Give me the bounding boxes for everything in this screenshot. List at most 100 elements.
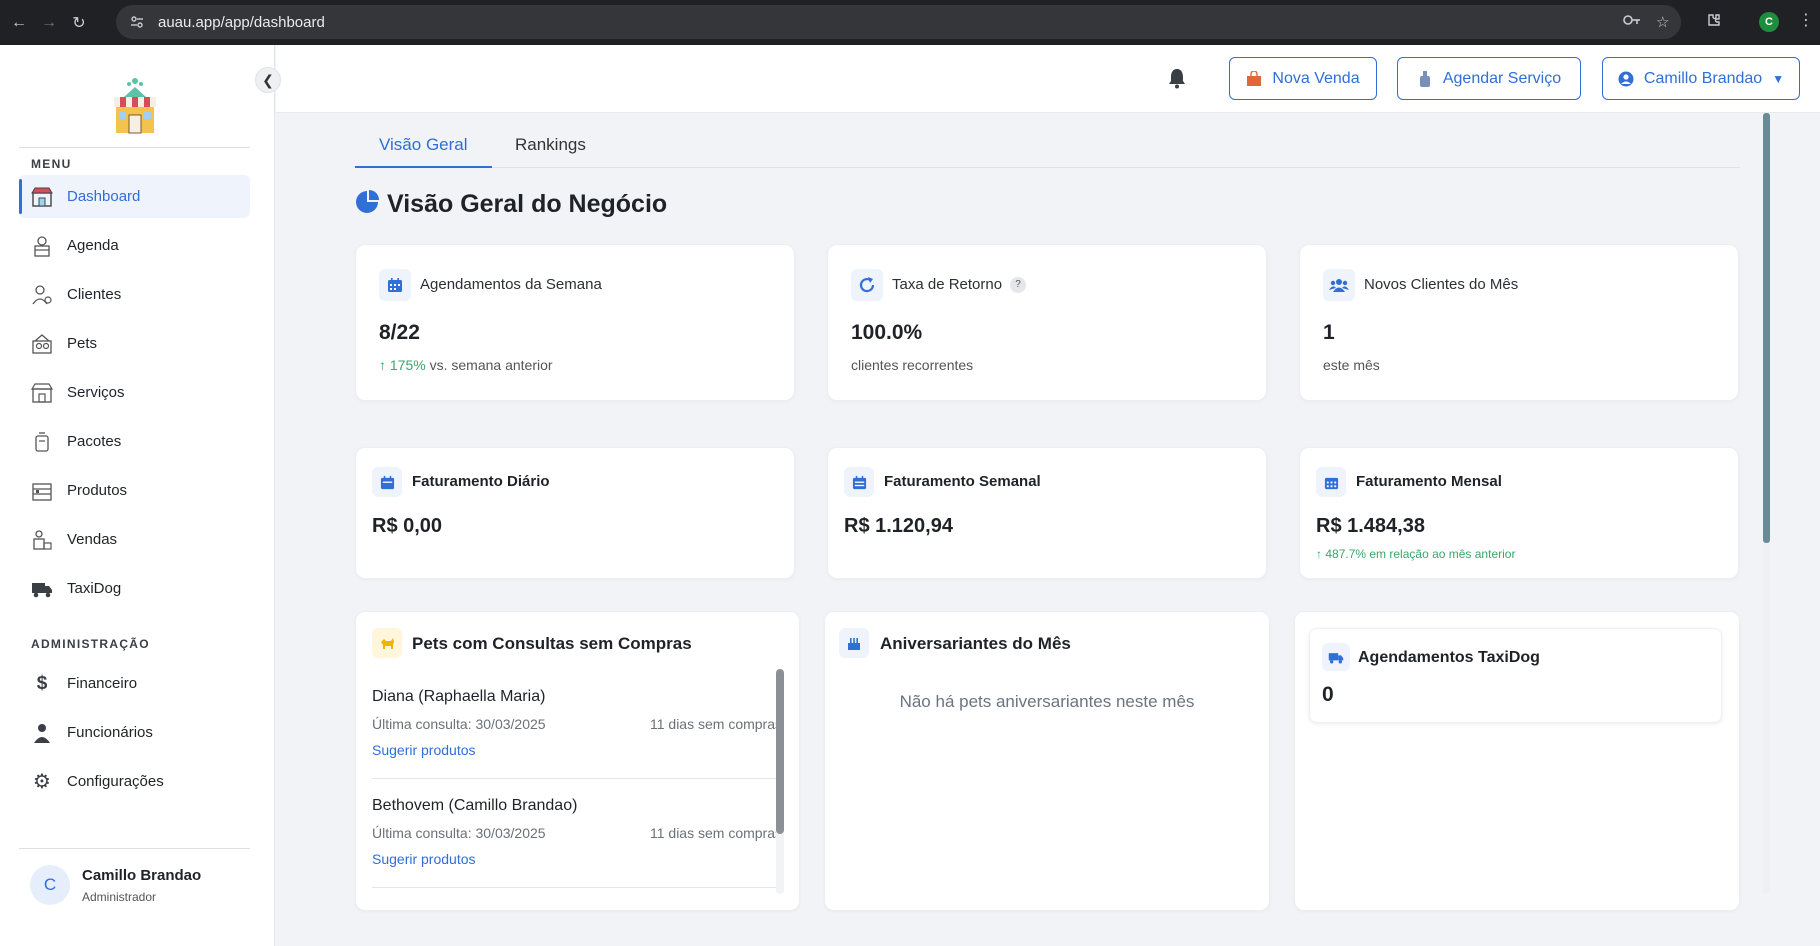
main-scrollbar[interactable] <box>1763 113 1770 893</box>
trend-up-icon: ↑ <box>379 357 390 373</box>
gear-icon: ⚙ <box>33 771 51 793</box>
pet-name: Bethovem (Camillo Brandao) <box>372 797 578 814</box>
scrollbar-thumb[interactable] <box>1763 113 1770 543</box>
sidebar-user-profile[interactable]: C Camillo Brandao Administrador <box>30 865 201 905</box>
calendar-icon <box>1316 467 1346 497</box>
sidebar-item-pets[interactable]: Pets <box>19 322 250 365</box>
bookmark-star-icon[interactable]: ☆ <box>1656 13 1669 31</box>
avatar: C <box>30 865 70 905</box>
finance-value: R$ 1.120,94 <box>844 515 953 537</box>
new-sale-button[interactable]: Nova Venda <box>1229 57 1377 100</box>
sidebar-item-configuracoes[interactable]: ⚙ Configurações <box>19 760 250 803</box>
packages-icon <box>29 431 55 453</box>
pets-list-scrollbar[interactable] <box>776 669 784 894</box>
pet-days-without-purchase: 11 dias sem compras <box>649 716 782 732</box>
kpi-subtitle: este mês <box>1323 357 1380 373</box>
services-icon <box>29 382 55 404</box>
sidebar-item-label: Financeiro <box>67 675 138 692</box>
back-icon[interactable]: ← <box>8 12 30 34</box>
help-icon[interactable]: ? <box>1010 277 1027 294</box>
sidebar-item-label: Vendas <box>67 531 118 548</box>
sidebar-item-financeiro[interactable]: $ Financeiro <box>19 662 250 705</box>
sidebar-item-pacotes[interactable]: Pacotes <box>19 420 250 463</box>
calendar-icon <box>844 467 874 497</box>
list-item: Bethovem (Camillo Brandao) Última consul… <box>372 779 782 888</box>
sidebar-item-produtos[interactable]: Produtos <box>19 469 250 512</box>
site-settings-icon[interactable] <box>130 14 146 30</box>
password-key-icon[interactable] <box>1623 13 1641 31</box>
schedule-service-button[interactable]: Agendar Serviço <box>1397 57 1581 100</box>
page-title-text: Visão Geral do Negócio <box>387 190 668 218</box>
sidebar-item-label: Dashboard <box>67 188 141 205</box>
kpi-title: Novos Clientes do Mês <box>1364 276 1519 293</box>
pet-days-without-purchase: 11 dias sem compras <box>649 825 782 841</box>
pets-without-purchase-card: Pets com Consultas sem Compras Diana (Ra… <box>355 611 800 911</box>
pet-name: Diana (Raphaella Maria) <box>372 688 546 705</box>
kpi-trend: ↑ 175% vs. semana anterior <box>379 357 553 373</box>
sidebar-item-agenda[interactable]: Agenda <box>19 224 250 267</box>
users-icon <box>1323 269 1355 301</box>
sidebar-item-funcionarios[interactable]: Funcionários <box>19 711 250 754</box>
sidebar-divider <box>19 848 250 849</box>
finance-title: Faturamento Mensal <box>1356 473 1502 490</box>
sidebar-item-label: Serviços <box>67 384 125 401</box>
kpi-subtitle: clientes recorrentes <box>851 357 974 373</box>
sidebar-item-label: Configurações <box>67 773 164 790</box>
birthdays-title: Aniversariantes do Mês <box>880 634 1071 653</box>
products-icon <box>29 480 55 502</box>
scrollbar-thumb[interactable] <box>776 669 784 834</box>
browser-profile-avatar[interactable]: C <box>1759 12 1779 32</box>
calendar-icon <box>379 269 411 301</box>
tab-visao-geral[interactable]: Visão Geral <box>355 132 492 168</box>
sidebar-item-taxidog[interactable]: TaxiDog <box>19 567 250 610</box>
top-header: Nova Venda Agendar Serviço Camillo Brand… <box>276 45 1820 113</box>
petshop-logo[interactable] <box>108 75 162 135</box>
reload-icon[interactable]: ↻ <box>68 12 90 34</box>
user-menu-button[interactable]: Camillo Brandao ▼ <box>1602 57 1800 100</box>
finance-title: Faturamento Diário <box>412 473 550 490</box>
sidebar-item-label: Agenda <box>67 237 119 254</box>
shop-bag-icon <box>1246 70 1262 87</box>
trend-percent: 175% <box>389 357 426 373</box>
sidebar: ❮ MENU Dashboard Agenda Clientes Pets Se… <box>0 45 281 946</box>
store-icon <box>29 186 55 208</box>
finance-card-monthly: Faturamento Mensal R$ 1.484,38 ↑ 487.7% … <box>1299 447 1739 579</box>
dog-icon <box>372 628 402 658</box>
tab-bar: Visão Geral Rankings <box>355 132 1740 168</box>
browser-menu-icon[interactable]: ⋮ <box>1798 10 1814 30</box>
pie-chart-icon <box>355 190 379 219</box>
sidebar-item-dashboard[interactable]: Dashboard <box>19 175 250 218</box>
pet-last-visit: Última consulta: 30/03/2025 <box>372 825 546 841</box>
kpi-value: 1 <box>1323 321 1335 344</box>
taxidog-card: Agendamentos TaxiDog 0 <box>1294 611 1740 911</box>
admin-section-label: ADMINISTRAÇÃO <box>31 637 150 651</box>
finance-value: R$ 0,00 <box>372 515 443 537</box>
forward-icon[interactable]: → <box>38 12 60 34</box>
address-bar[interactable]: auau.app/app/dashboard ☆ <box>116 5 1681 39</box>
collapse-sidebar-button[interactable]: ❮ <box>255 67 281 93</box>
refresh-icon <box>851 269 883 301</box>
suggest-products-link[interactable]: Sugerir produtos <box>372 851 476 867</box>
kpi-title: Agendamentos da Semana <box>420 276 602 293</box>
pet-last-visit: Última consulta: 30/03/2025 <box>372 716 546 732</box>
taxidog-title: Agendamentos TaxiDog <box>1358 649 1540 666</box>
tab-rankings[interactable]: Rankings <box>491 132 610 168</box>
sidebar-item-servicos[interactable]: Serviços <box>19 371 250 414</box>
kpi-value: 8/22 <box>379 321 420 344</box>
url-text[interactable]: auau.app/app/dashboard <box>158 14 325 31</box>
truck-icon <box>29 578 55 600</box>
extensions-icon[interactable] <box>1706 12 1722 33</box>
page-title: Visão Geral do Negócio <box>355 190 667 219</box>
sidebar-item-label: Funcionários <box>67 724 153 741</box>
finance-trend: ↑ 487.7% em relação ao mês anterior <box>1316 547 1515 561</box>
suggest-products-link[interactable]: Sugerir produtos <box>372 742 476 758</box>
user-role: Administrador <box>82 889 157 904</box>
notifications-bell-icon[interactable] <box>1167 67 1187 94</box>
sidebar-item-label: Pets <box>67 335 98 352</box>
finance-value: R$ 1.484,38 <box>1316 515 1425 537</box>
sidebar-item-vendas[interactable]: Vendas <box>19 518 250 561</box>
sidebar-item-clientes[interactable]: Clientes <box>19 273 250 316</box>
pets-list[interactable]: Diana (Raphaella Maria) Última consulta:… <box>372 670 782 893</box>
schedule-service-label: Agendar Serviço <box>1442 69 1562 87</box>
finance-card-weekly: Faturamento Semanal R$ 1.120,94 <box>827 447 1267 579</box>
